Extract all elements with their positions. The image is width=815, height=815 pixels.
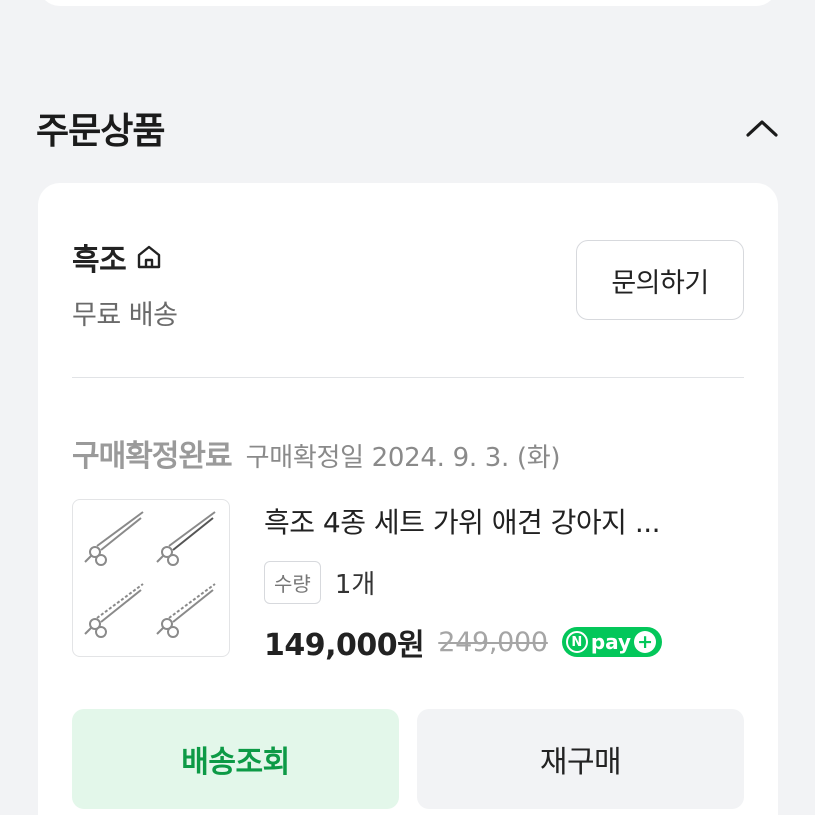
track-delivery-button[interactable]: 배송조회	[72, 709, 399, 809]
quantity-label: 수량	[264, 561, 321, 604]
rebuy-button[interactable]: 재구매	[417, 709, 744, 809]
price-row: 149,000원 249,000 N pay +	[264, 620, 744, 664]
quantity-row: 수량 1개	[264, 561, 744, 604]
plus-icon: +	[634, 631, 657, 653]
order-status-row: 구매확정완료 구매확정일 2024. 9. 3. (화)	[72, 431, 561, 475]
confirm-date: 구매확정일 2024. 9. 3. (화)	[245, 443, 561, 473]
inquiry-button[interactable]: 문의하기	[576, 240, 744, 320]
npay-label: pay	[590, 630, 632, 654]
sale-price: 149,000원	[264, 628, 425, 663]
action-buttons: 배송조회 재구매	[72, 709, 744, 809]
seller-row: 흑조 무료 배송 문의하기	[72, 235, 744, 331]
product-thumbnail[interactable]	[72, 499, 230, 657]
order-product-card: 흑조 무료 배송 문의하기 구매확정완료 구매확정일 2024. 9. 3. (…	[38, 183, 778, 815]
scissors-1	[84, 511, 144, 566]
section-title: 주문상품	[36, 111, 165, 152]
seller-name: 흑조	[72, 243, 127, 278]
section-header: 주문상품	[36, 100, 784, 156]
order-status: 구매확정완료	[72, 439, 233, 474]
quantity-value: 1개	[334, 570, 376, 600]
product-name[interactable]: 흑조 4종 세트 가위 애견 강아지 ...	[264, 501, 744, 541]
previous-card	[38, 0, 778, 6]
home-icon	[138, 245, 161, 269]
collapse-button[interactable]	[740, 106, 784, 150]
product-info: 흑조 4종 세트 가위 애견 강아지 ... 수량 1개 149,000원 24…	[264, 501, 744, 664]
scissors-2	[156, 511, 216, 566]
chevron-up-icon	[746, 120, 778, 137]
scissors-image	[84, 511, 216, 638]
naver-n-icon: N	[565, 631, 588, 653]
scissors-3	[84, 583, 144, 638]
original-price: 249,000	[438, 626, 548, 658]
npay-plus-badge: N pay +	[561, 627, 663, 657]
divider	[72, 377, 744, 378]
scissors-4	[156, 583, 216, 638]
